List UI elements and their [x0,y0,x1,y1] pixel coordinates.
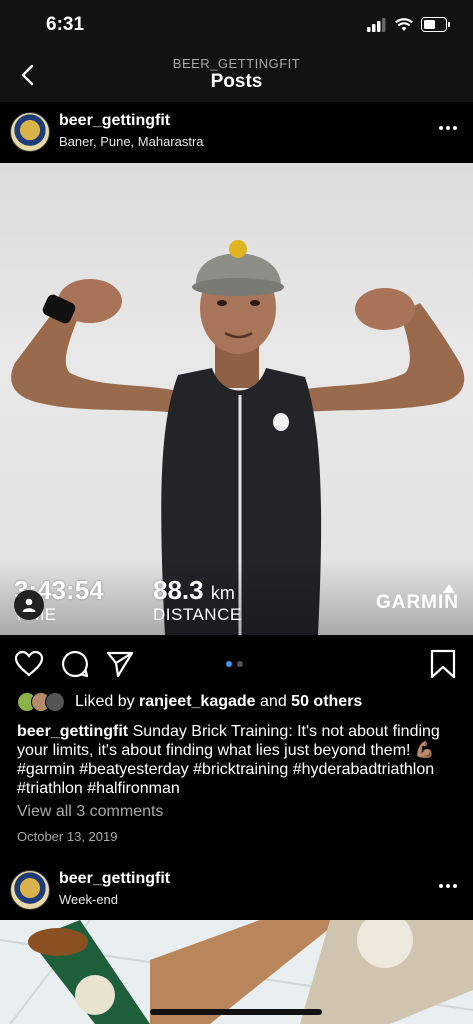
likes-text: Liked by ranjeet_kagade and 50 others [75,693,362,711]
post-location[interactable]: Week-end [59,892,118,907]
page-title: Posts [210,71,263,92]
stat-distance-number: 88.3 [153,575,204,605]
user-icon [22,598,36,612]
comment-icon[interactable] [60,649,90,679]
status-bar: 6:31 [0,0,473,50]
post-date: October 13, 2019 [17,829,118,844]
likes-row[interactable]: Liked by ranjeet_kagade and 50 others [17,690,362,714]
caption-username[interactable]: beer_gettingfit [17,723,128,740]
status-icons [367,17,451,32]
stat-distance-label: DISTANCE [153,605,242,624]
likes-others[interactable]: 50 others [291,693,362,710]
carousel-dot [237,661,243,667]
post-location[interactable]: Baner, Pune, Maharastra [59,134,204,149]
likes-user[interactable]: ranjeet_kagade [139,693,256,710]
avatar[interactable] [10,112,50,152]
post-photo[interactable] [0,163,473,635]
view-comments-link[interactable]: View all 3 comments [17,803,163,821]
stat-distance-unit: km [210,583,235,603]
user-tags-button[interactable] [14,590,44,620]
likes-prefix: Liked by [75,693,135,710]
likes-conj: and [260,693,287,710]
post-username[interactable]: beer_gettingfit [59,112,170,130]
stat-distance-value: 88.3 km [153,575,235,606]
post-username[interactable]: beer_gettingfit [59,870,170,888]
post-header: beer_gettingfit Baner, Pune, Maharastra [0,102,473,162]
like-heart-icon[interactable] [14,649,44,679]
carousel-indicator [226,661,243,667]
share-send-icon[interactable] [105,649,135,679]
post-header-2: beer_gettingfit Week-end [0,860,473,920]
more-options-icon[interactable] [437,878,459,894]
signal-icon [367,17,386,32]
wifi-icon [395,17,413,31]
post-caption: beer_gettingfit Sunday Brick Training: I… [17,722,465,798]
post-actions [0,645,473,685]
more-options-icon[interactable] [437,120,459,136]
nav-subtitle: BEER_GETTINGFIT [172,56,301,71]
nav-bar: BEER_GETTINGFIT Posts [0,50,473,102]
save-bookmark-icon[interactable] [428,649,458,679]
brand-logo: GARMIN [375,592,459,613]
battery-icon [421,17,450,32]
avatar[interactable] [10,870,50,910]
home-indicator [150,1009,322,1015]
status-time: 6:31 [46,14,85,35]
carousel-dot-active [226,661,232,667]
liker-avatar [45,692,65,712]
